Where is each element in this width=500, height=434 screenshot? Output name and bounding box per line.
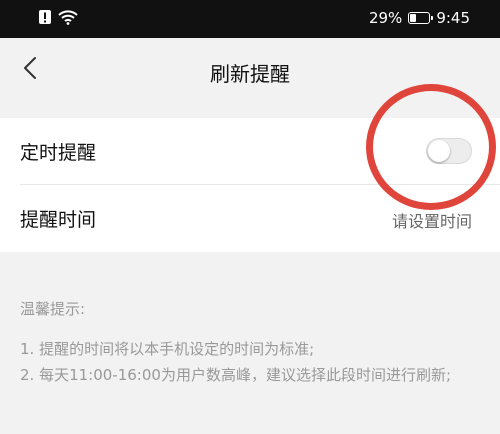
scheduled-reminder-label: 定时提醒 xyxy=(20,142,97,164)
battery-percent: 29% xyxy=(368,9,403,27)
alert-icon xyxy=(38,9,52,29)
tips-section: 温馨提示: 1. 提醒的时间将以本手机设定的时间为标准; 2. 每天11:00-… xyxy=(20,296,480,388)
page-title: 刷新提醒 xyxy=(210,62,290,86)
tip-item: 1. 提醒的时间将以本手机设定的时间为标准; xyxy=(20,340,315,358)
tips-title: 温馨提示: xyxy=(20,300,86,318)
status-icons-left xyxy=(38,9,78,29)
clock: 9:45 xyxy=(436,9,470,27)
status-bar: 29% 9:45 xyxy=(0,0,500,38)
tip-item: 2. 每天11:00-16:00为用户数高峰，建议选择此段时间进行刷新; xyxy=(20,366,452,384)
battery-icon xyxy=(408,12,434,24)
scheduled-reminder-row: 定时提醒 xyxy=(0,118,500,185)
nav-bar: 刷新提醒 xyxy=(0,38,500,102)
toggle-knob xyxy=(428,140,450,162)
status-icons-right: 29% 9:45 xyxy=(369,9,470,27)
scheduled-reminder-toggle[interactable] xyxy=(426,138,472,164)
wifi-icon xyxy=(58,9,78,29)
settings-card: 定时提醒 提醒时间 请设置时间 xyxy=(0,118,500,252)
reminder-time-label: 提醒时间 xyxy=(20,209,97,231)
battery-fill xyxy=(410,14,417,22)
reminder-time-value[interactable]: 请设置时间 xyxy=(392,208,472,232)
reminder-time-row[interactable]: 提醒时间 请设置时间 xyxy=(0,185,500,252)
